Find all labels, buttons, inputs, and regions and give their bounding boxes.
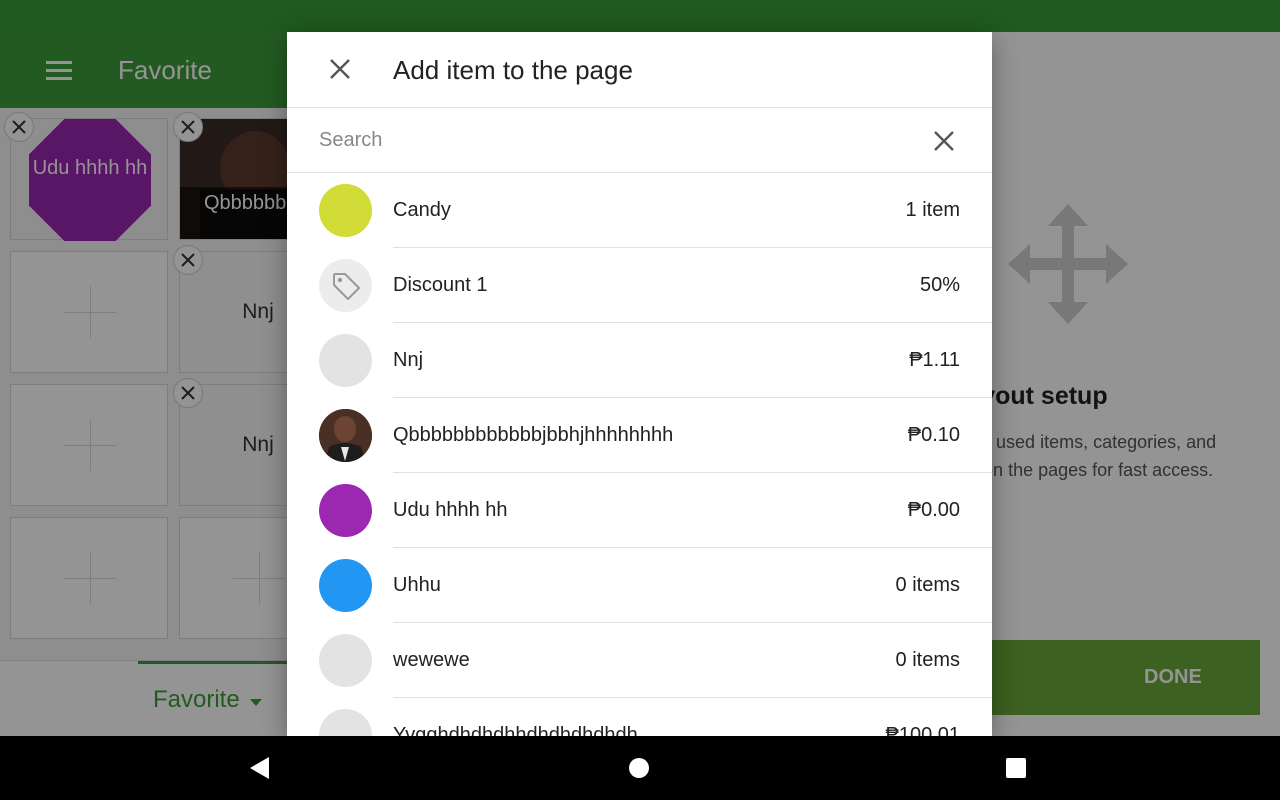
color-swatch	[319, 484, 372, 537]
item-name: Qbbbbbbbbbbbbjbbhjhhhhhhhh	[393, 424, 674, 446]
close-icon	[934, 131, 954, 151]
status-bar	[0, 0, 1280, 32]
item-photo	[319, 409, 372, 462]
list-item[interactable]: wewewe 0 items	[287, 623, 992, 698]
item-name: Udu hhhh hh	[393, 499, 508, 521]
tag-icon	[332, 272, 360, 300]
item-list: Candy 1 item Discount 1 50% Nnj ₱1.11 Qb…	[287, 173, 992, 736]
list-item[interactable]: Qbbbbbbbbbbbbjbbhjhhhhhhhh ₱0.10	[287, 398, 992, 473]
item-name: wewewe	[393, 649, 470, 671]
clear-search-button[interactable]	[929, 126, 959, 156]
close-dialog-button[interactable]	[325, 54, 355, 84]
item-value: 1 item	[905, 199, 960, 221]
item-name: Candy	[393, 199, 451, 221]
item-name: Yvgghdhdhdhhdhdhdhdhdh	[393, 724, 638, 736]
color-swatch	[319, 184, 372, 237]
color-swatch	[319, 634, 372, 687]
item-value: 0 items	[895, 649, 960, 671]
item-name: Discount 1	[393, 274, 488, 296]
search-input[interactable]	[319, 122, 899, 158]
person-photo	[319, 409, 372, 462]
item-name: Uhhu	[393, 574, 441, 596]
list-item[interactable]: Yvgghdhdhdhhdhdhdhdhdh ₱100.01	[287, 698, 992, 736]
dialog-header: Add item to the page	[287, 32, 992, 108]
close-icon	[330, 59, 350, 79]
list-item[interactable]: Nnj ₱1.11	[287, 323, 992, 398]
item-name: Nnj	[393, 349, 424, 371]
list-item[interactable]: Udu hhhh hh ₱0.00	[287, 473, 992, 548]
recents-icon	[1006, 758, 1026, 778]
item-value: 50%	[919, 274, 960, 296]
item-value: ₱0.00	[907, 499, 960, 521]
item-value: ₱1.11	[909, 349, 960, 371]
home-icon	[629, 758, 649, 778]
nav-recents-button[interactable]	[1004, 756, 1028, 780]
dialog-title: Add item to the page	[393, 55, 633, 85]
color-swatch	[319, 559, 372, 612]
discount-avatar	[319, 259, 372, 312]
color-swatch	[319, 709, 372, 736]
list-item[interactable]: Discount 1 50%	[287, 248, 992, 323]
add-item-dialog: Add item to the page Candy 1 item Discou…	[287, 32, 992, 736]
item-value: ₱100.01	[885, 724, 960, 736]
item-value: 0 items	[895, 574, 960, 596]
navigation-bar	[0, 736, 1280, 800]
back-icon	[250, 757, 269, 779]
list-item[interactable]: Candy 1 item	[287, 173, 992, 248]
item-value: ₱0.10	[907, 424, 960, 446]
nav-home-button[interactable]	[627, 756, 651, 780]
color-swatch	[319, 334, 372, 387]
list-item[interactable]: Uhhu 0 items	[287, 548, 992, 623]
search-bar	[287, 108, 992, 173]
nav-back-button[interactable]	[248, 756, 272, 780]
